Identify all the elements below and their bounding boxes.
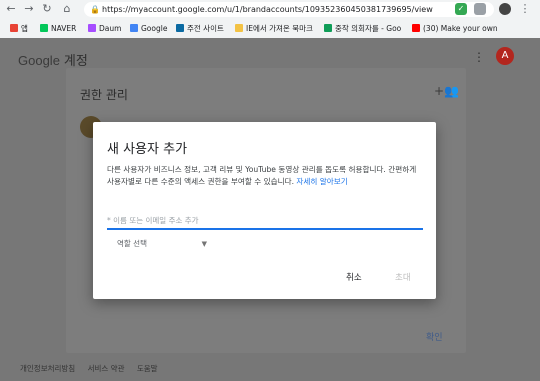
name-or-email-input[interactable] [107, 212, 423, 230]
browser-toolbar: ← → ↻ ⌂ 🔒 https://myaccount.google.com/u… [0, 0, 540, 39]
more-options-icon[interactable]: ⋮ [473, 50, 485, 64]
back-icon[interactable]: ← [4, 2, 18, 16]
bookmark-label: IE에서 가져온 북마크 [246, 24, 313, 33]
bookmark-label: Daum [99, 24, 122, 33]
bookmark-label: 앱 [21, 24, 28, 33]
cancel-button[interactable]: 취소 [346, 271, 362, 283]
naver-icon [40, 24, 48, 32]
bookmark-naver[interactable]: NAVER [40, 22, 76, 35]
bookmark-label: 주전 사이트 [187, 24, 224, 33]
dialog-title: 새 사용자 추가 [107, 142, 188, 157]
extension-icon[interactable] [474, 3, 486, 15]
sheets-icon [324, 24, 332, 32]
bookmark-label: (30) Make your own [423, 24, 498, 33]
bing-icon [176, 24, 184, 32]
daum-icon [88, 24, 96, 32]
dialog-description: 다른 사용자가 비즈니스 정보, 고객 리뷰 및 YouTube 동영상 관리를… [107, 164, 425, 188]
url-text: https://myaccount.google.com/u/1/brandac… [102, 5, 433, 14]
footer-privacy-link[interactable]: 개인정보처리방침 [20, 364, 75, 373]
bookmarks-bar: 앱 NAVER Daum Google 주전 사이트 IE에서 가져온 북마크 … [0, 20, 540, 37]
bookmark-youtube[interactable]: (30) Make your own [412, 22, 498, 35]
add-user-dialog: 새 사용자 추가 다른 사용자가 비즈니스 정보, 고객 리뷰 및 YouTub… [93, 122, 436, 299]
role-select[interactable]: 역할 선택 ▼ [117, 237, 207, 251]
address-bar[interactable]: 🔒 https://myaccount.google.com/u/1/brand… [84, 2, 494, 17]
footer-help-link[interactable]: 도움말 [137, 364, 158, 373]
account-label: 계정 [63, 53, 88, 68]
folder-icon [235, 24, 243, 32]
bookmark-label: Google [141, 24, 168, 33]
profile-icon[interactable] [499, 3, 511, 15]
bookmark-daum[interactable]: Daum [88, 22, 121, 35]
bookmark-label: NAVER [51, 24, 77, 33]
extension-shield-icon[interactable]: ✓ [455, 3, 467, 15]
forward-icon[interactable]: → [22, 2, 36, 16]
footer: 개인정보처리방침 서비스 약관 도움말 [20, 363, 168, 374]
bookmark-ie-folder[interactable]: IE에서 가져온 북마크 [235, 22, 313, 35]
google-account-logo[interactable]: Google 계정 [18, 50, 88, 69]
description-text: 다른 사용자가 비즈니스 정보, 고객 리뷰 및 YouTube 동영상 관리를… [107, 165, 417, 186]
home-icon[interactable]: ⌂ [60, 2, 74, 16]
add-user-icon[interactable]: +👥 [434, 84, 459, 98]
avatar[interactable]: A [496, 47, 514, 65]
reload-icon[interactable]: ↻ [40, 2, 54, 16]
confirm-button[interactable]: 확인 [426, 330, 443, 343]
logo-text: Google [18, 53, 60, 68]
bookmark-apps[interactable]: 앱 [10, 22, 28, 35]
browser-menu-icon[interactable]: ⋮ [518, 2, 532, 16]
bookmark-google[interactable]: Google [130, 22, 167, 35]
bookmark-label: 중작 의회자를 - Goo [335, 24, 402, 33]
invite-button[interactable]: 초대 [395, 271, 411, 283]
bookmark-sites[interactable]: 주전 사이트 [176, 22, 224, 35]
bookmark-sheets[interactable]: 중작 의회자를 - Goo [324, 22, 401, 35]
google-icon [130, 24, 138, 32]
learn-more-link[interactable]: 자세히 알아보기 [296, 177, 347, 186]
card-title: 권한 관리 [80, 88, 128, 102]
lock-icon: 🔒 [90, 5, 100, 14]
role-select-label: 역할 선택 [117, 239, 147, 248]
footer-terms-link[interactable]: 서비스 약관 [88, 364, 125, 373]
apps-icon [10, 24, 18, 32]
dropdown-arrow-icon: ▼ [201, 240, 207, 248]
youtube-icon [412, 24, 420, 32]
